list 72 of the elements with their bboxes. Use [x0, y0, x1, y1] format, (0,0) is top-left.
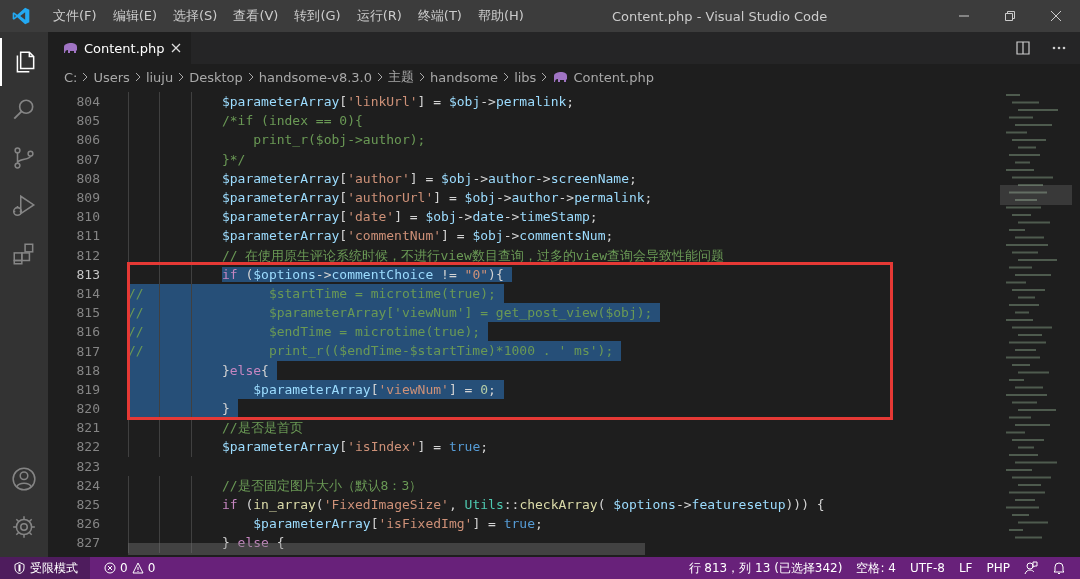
line-number: 820	[75, 401, 100, 417]
settings-icon[interactable]	[11, 514, 37, 540]
status-item[interactable]: LF	[958, 561, 973, 575]
run-debug-icon[interactable]	[11, 193, 37, 219]
chevron-right-icon	[178, 72, 185, 82]
chevron-right-icon	[377, 72, 384, 82]
menu-item[interactable]: 帮助(H)	[469, 7, 532, 25]
line-number: 809	[75, 190, 100, 206]
window-title: Content.php - Visual Studio Code	[612, 8, 828, 24]
status-item[interactable]: UTF-8	[909, 561, 945, 575]
line-number: 823	[75, 458, 100, 474]
line-number: 815	[75, 305, 100, 321]
line-number: 806	[75, 132, 100, 148]
elephant-icon	[552, 71, 569, 83]
restricted-mode-indicator[interactable]: 受限模式	[0, 557, 90, 579]
status-item[interactable]: 行 813，列 13 (已选择342)	[688, 559, 843, 577]
breadcrumb-item[interactable]: liuju	[145, 69, 174, 85]
line-number: 821	[75, 420, 100, 436]
chevron-right-icon	[419, 72, 426, 82]
menu-item[interactable]: 转到(G)	[286, 7, 349, 25]
source-control-icon[interactable]	[11, 145, 37, 171]
menu-item[interactable]: 终端(T)	[409, 7, 470, 25]
line-number: 807	[75, 151, 100, 167]
menu-item[interactable]: 编辑(E)	[104, 7, 165, 25]
line-number: 810	[75, 209, 100, 225]
line-number: 816	[75, 324, 100, 340]
restore-icon[interactable]	[1004, 10, 1016, 22]
chevron-right-icon	[541, 72, 548, 82]
split-editor-icon[interactable]	[1016, 41, 1030, 55]
menu-item[interactable]: 文件(F)	[45, 7, 105, 25]
line-number: 818	[75, 362, 100, 378]
vscode-logo-icon	[11, 6, 31, 26]
breadcrumb-item[interactable]: C:	[64, 69, 78, 85]
line-number: 817	[75, 343, 100, 359]
line-number: 811	[75, 228, 100, 244]
feedback-icon[interactable]	[1024, 561, 1038, 575]
bell-icon[interactable]	[1052, 561, 1066, 575]
editor-tab[interactable]: Content.php	[48, 32, 191, 64]
problems-indicator[interactable]: 0 0	[104, 561, 156, 575]
breadcrumb-item[interactable]: 主题	[388, 68, 415, 86]
account-icon[interactable]	[11, 466, 37, 492]
line-number: 819	[75, 381, 100, 397]
line-number: 827	[75, 535, 100, 551]
close-icon[interactable]	[170, 43, 181, 53]
line-number: 814	[75, 285, 100, 301]
menu-item[interactable]: 运行(R)	[348, 7, 410, 25]
line-number: 805	[75, 113, 100, 129]
breadcrumb-item[interactable]: Desktop	[189, 69, 243, 85]
line-number: 813	[75, 266, 100, 282]
line-number: 825	[75, 497, 100, 513]
line-number: 804	[75, 94, 100, 110]
breadcrumb-item[interactable]: Users	[93, 69, 130, 85]
chevron-right-icon	[134, 72, 141, 82]
menu-item[interactable]: 选择(S)	[165, 7, 226, 25]
menu-item[interactable]: 查看(V)	[225, 7, 287, 25]
status-item[interactable]: PHP	[986, 561, 1010, 575]
elephant-icon	[62, 42, 78, 54]
line-number: 824	[75, 477, 100, 493]
breadcrumb-item[interactable]: libs	[514, 69, 537, 85]
chevron-right-icon	[247, 72, 254, 82]
breadcrumb-item[interactable]: Content.php	[573, 69, 654, 85]
line-number: 826	[75, 516, 100, 532]
more-icon[interactable]	[1052, 46, 1066, 50]
breadcrumb-item[interactable]: handsome	[430, 69, 499, 85]
chevron-right-icon	[82, 72, 89, 82]
breadcrumb-item[interactable]: handsome-v8.3.0	[258, 69, 373, 85]
close-icon[interactable]	[1050, 10, 1062, 22]
line-number: 812	[75, 247, 100, 263]
status-item[interactable]: 空格: 4	[856, 559, 896, 577]
chevron-right-icon	[503, 72, 510, 82]
line-number: 808	[75, 170, 100, 186]
line-number: 822	[75, 439, 100, 455]
